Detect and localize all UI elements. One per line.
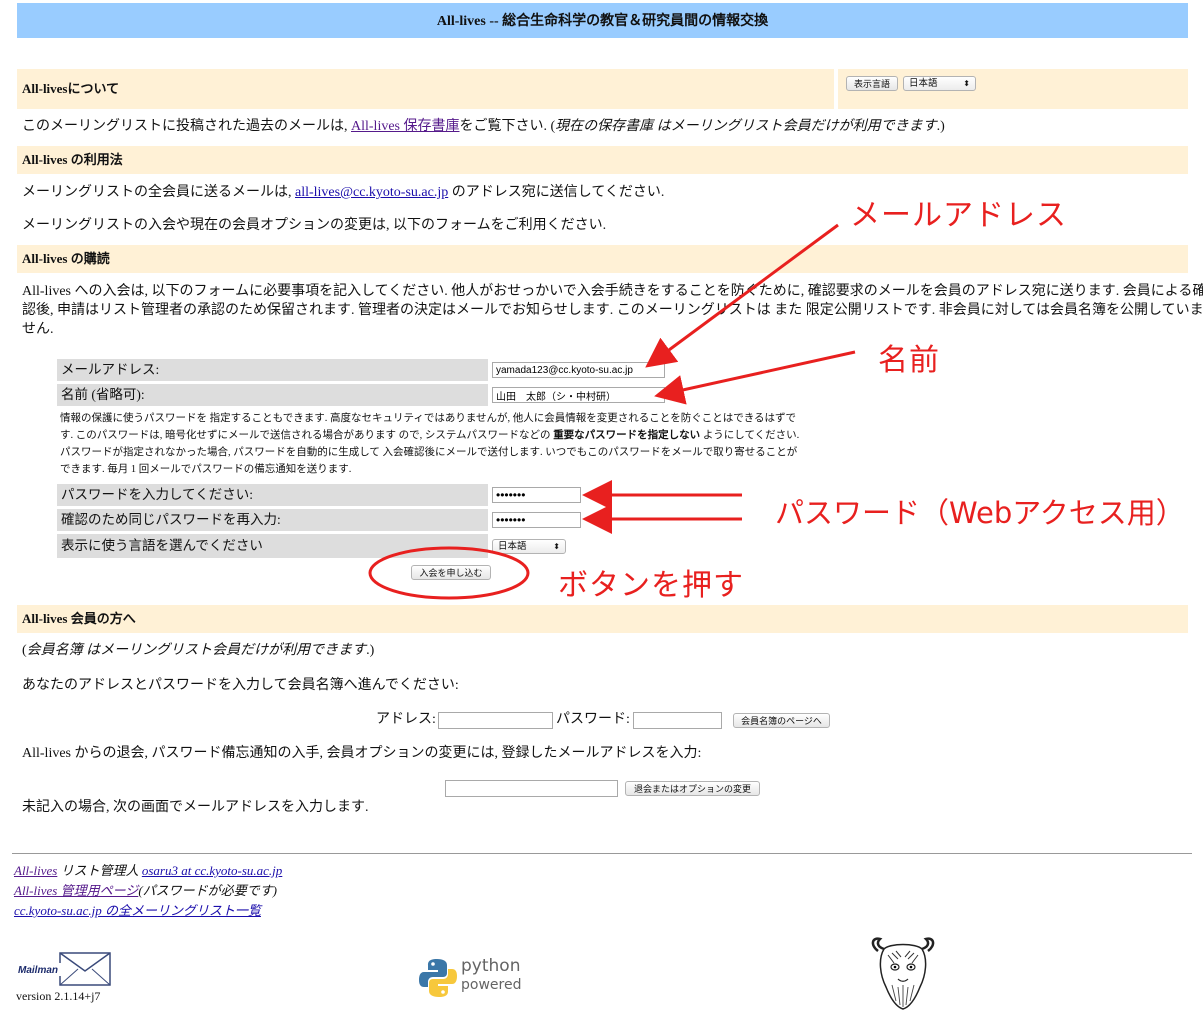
usage-line-1: メーリングリストの全会員に送るメールは, all-lives@cc.kyoto-… <box>22 182 664 204</box>
footer-admin-text: リスト管理人 <box>60 863 139 878</box>
section-heading-about: All-livesについて <box>17 69 834 109</box>
footer-admin-page-line: All-lives 管理用ページ(パスワードが必要です) <box>14 881 277 901</box>
list-address-link[interactable]: all-lives@cc.kyoto-su.ac.jp <box>295 185 448 200</box>
members-note-close: .) <box>366 643 375 658</box>
unsubscribe-email-input[interactable] <box>445 780 618 797</box>
mailman-version: version 2.1.14+j7 <box>16 989 101 1003</box>
footer-all-lists-line: cc.kyoto-su.ac.jp の全メーリングリスト一覧 <box>14 901 261 921</box>
gnu-logo[interactable] <box>868 935 938 1011</box>
name-label: 名前 (省略可): <box>57 384 488 406</box>
language-select[interactable]: 日本語 ⬍ <box>492 539 566 554</box>
archive-text-mid: をご覧下さい. ( <box>459 119 556 134</box>
display-language-select[interactable]: 日本語 ⬍ <box>903 76 976 91</box>
powered-word: powered <box>461 977 522 993</box>
archive-paragraph: このメーリングリストに投稿された過去のメールは, All-lives 保存書庫を… <box>22 116 945 138</box>
chevron-updown-icon: ⬍ <box>553 542 560 551</box>
usage-text: メーリングリストの全会員に送るメールは, <box>22 185 292 200</box>
display-language-button[interactable]: 表示言語 <box>846 76 898 91</box>
annotation-password-label: パスワード（Webアクセス用） <box>775 496 1185 530</box>
gnu-head-icon <box>871 937 935 1010</box>
password-field[interactable] <box>492 487 581 503</box>
password-note-text: す. このパスワードは, 暗号化せずにメールで送信される場合があります ので, … <box>60 430 551 441</box>
footer-list-link[interactable]: All-lives <box>14 863 57 878</box>
password-note-line-4: できます. 毎月 1 回メールでパスワードの備忘通知を送ります. <box>60 464 352 475</box>
password-note-text-after: ようにしてください. <box>702 430 800 441</box>
subscribe-intro-3: せん. <box>22 322 54 337</box>
language-select-value: 日本語 <box>498 541 527 552</box>
password-note-bold: 重要なパスワードを指定しない <box>553 430 701 441</box>
roster-address-label: アドレス: <box>376 712 436 727</box>
password-note-line-3: パスワードが指定されなかった場合, パスワードを自動的に生成して 入会確認後にメ… <box>60 447 798 458</box>
display-language-value: 日本語 <box>909 78 938 89</box>
footer-admin-email-link[interactable]: osaru3 at cc.kyoto-su.ac.jp <box>142 863 282 878</box>
language-bar: 表示言語 日本語 ⬍ <box>838 69 1188 109</box>
unsubscribe-note: 未記入の場合, 次の画面でメールアドレスを入力します. <box>22 800 369 815</box>
footer-divider <box>12 853 1192 854</box>
annotation-email-label: メールアドレス <box>850 198 1067 233</box>
email-label: メールアドレス: <box>57 359 488 381</box>
password-label: パスワードを入力してください: <box>57 484 488 506</box>
roster-button[interactable]: 会員名簿のページへ <box>733 713 830 728</box>
mailman-envelope-icon: Mailman <box>16 952 111 986</box>
python-powered-logo[interactable]: python powered <box>418 956 528 1000</box>
footer-all-lists-link[interactable]: cc.kyoto-su.ac.jp の全メーリングリスト一覧 <box>14 903 261 918</box>
archive-text-end: .) <box>936 119 945 134</box>
archive-note: 現在の保存書庫 はメーリングリスト会員だけが利用できます <box>555 119 937 134</box>
members-note: (会員名簿 はメーリングリスト会員だけが利用できます.) <box>22 640 374 662</box>
annotation-button-label: ボタンを押す <box>558 568 744 603</box>
subscribe-intro-2: 認後, 申請はリスト管理者の承認のため保留されます. 管理者の決定はメールでお知… <box>22 303 1203 318</box>
password-note-line-1: 情報の保護に使うパスワードを 指定することもできます. 高度なセキュリティではあ… <box>60 413 797 424</box>
section-heading-usage: All-lives の利用法 <box>17 146 1188 174</box>
python-icon <box>419 959 457 997</box>
roster-password-label: パスワード: <box>556 712 630 727</box>
usage-text-after: のアドレス宛に送信してください. <box>451 185 665 200</box>
language-label: 表示に使う言語を選んでください <box>57 534 488 558</box>
mailman-logo[interactable]: Mailman <box>16 949 111 989</box>
usage-line-2: メーリングリストの入会や現在の会員オプションの変更は, 以下のフォームをご利用く… <box>22 218 607 233</box>
roster-prompt: あなたのアドレスとパスワードを入力して会員名簿へ進んでください: <box>22 678 459 693</box>
footer-admin-page-link[interactable]: All-lives 管理用ページ <box>14 883 138 898</box>
page-title: All-lives -- 総合生命科学の教官＆研究員間の情報交換 <box>17 3 1188 38</box>
archive-link[interactable]: All-lives 保存書庫 <box>351 119 460 134</box>
name-field[interactable] <box>492 387 665 403</box>
password-note: 情報の保護に使うパスワードを 指定することもできます. 高度なセキュリティではあ… <box>60 410 850 478</box>
svg-text:Mailman: Mailman <box>18 965 58 976</box>
confirm-password-label: 確認のため同じパスワードを再入力: <box>57 509 488 531</box>
roster-password-input[interactable] <box>633 712 722 729</box>
python-word: python <box>461 956 521 976</box>
unsubscribe-button[interactable]: 退会またはオプションの変更 <box>625 781 760 796</box>
roster-address-input[interactable] <box>438 712 553 729</box>
unsubscribe-prompt: All-lives からの退会, パスワード備忘通知の入手, 会員オプションの変… <box>22 746 702 761</box>
confirm-password-field[interactable] <box>492 512 581 528</box>
members-note-italic: 会員名簿 はメーリングリスト会員だけが利用できます <box>26 643 367 658</box>
section-heading-members: All-lives 会員の方へ <box>17 605 1188 633</box>
footer-admin-line: All-lives リスト管理人 osaru3 at cc.kyoto-su.a… <box>14 861 282 881</box>
annotation-name-label: 名前 <box>878 343 940 378</box>
archive-text: このメーリングリストに投稿された過去のメールは, <box>22 119 348 134</box>
subscribe-button[interactable]: 入会を申し込む <box>411 565 491 580</box>
password-note-line-2: す. このパスワードは, 暗号化せずにメールで送信される場合があります ので, … <box>60 427 850 444</box>
section-heading-subscribe: All-lives の購読 <box>17 245 1188 273</box>
annotation-arrow-name <box>654 350 856 405</box>
chevron-updown-icon: ⬍ <box>963 79 970 88</box>
footer-admin-page-note: (パスワードが必要です) <box>138 883 277 898</box>
email-field[interactable] <box>492 362 665 378</box>
